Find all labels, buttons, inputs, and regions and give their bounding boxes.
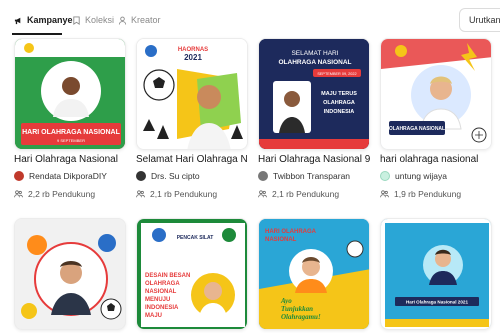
megaphone-icon: [14, 17, 21, 24]
poster-text: MAJU: [145, 313, 162, 319]
people-icon: [14, 190, 23, 198]
poster-text: Hari Olahraga Nasional 2021: [406, 300, 468, 305]
supporter-text: 2,2 rb Pendukung: [28, 189, 96, 199]
author-name: Twibbon Transparan: [273, 171, 351, 181]
tab-kreator[interactable]: Kreator: [118, 12, 161, 28]
campaign-card-image[interactable]: PENCAK SILAT DESAIN BESAN OLAHRAGA NASIO…: [136, 218, 248, 330]
active-tab-indicator: [12, 33, 62, 35]
poster-text: DESAIN BESAN: [145, 273, 190, 279]
poster-text: OLAHRAGA NASIONAL: [389, 126, 445, 132]
avatar: [258, 171, 268, 181]
campaign-card-image[interactable]: HARI OLAHRAGA NASIONAL 9 SEPTEMBER: [14, 38, 126, 150]
people-icon: [136, 190, 145, 198]
poster-text: HARI OLAHRAGA NASIONAL: [22, 129, 120, 136]
bookmark-icon: [73, 15, 80, 25]
campaign-card-image[interactable]: SELAMAT HARI OLAHRAGA NASIONAL SEPTEMBER…: [258, 38, 370, 150]
poster-olahraga-nasional: OLAHRAGA NASIONAL: [381, 39, 491, 149]
campaign-author[interactable]: Rendata DikporaDIY: [14, 171, 107, 181]
campaign-card-image[interactable]: Hari Olahraga Nasional 2021: [380, 218, 492, 330]
tab-label: Kampanye: [27, 15, 73, 25]
poster-text: MENUJU: [145, 297, 170, 303]
sort-button[interactable]: Urutkan be: [459, 8, 500, 32]
supporter-text: 2,1 rb Pendukung: [150, 189, 218, 199]
poster-text: Olahragamu!: [281, 313, 321, 321]
tab-kampanye[interactable]: Kampanye: [14, 12, 73, 28]
poster-text: PENCAK SILAT: [177, 235, 214, 241]
poster-text: 9 SEPTEMBER: [57, 138, 85, 143]
poster-text: NASIONAL: [145, 289, 177, 295]
poster-text: SEPTEMBER 09, 2022: [317, 72, 356, 76]
poster-text: Ayo: [280, 297, 292, 305]
people-icon: [258, 190, 267, 198]
supporter-count: 2,1 rb Pendukung: [136, 189, 217, 199]
campaign-card-image[interactable]: OLAHRAGA NASIONAL: [380, 38, 492, 150]
tab-koleksi[interactable]: Koleksi: [72, 12, 114, 28]
poster-text: INDONESIA: [145, 305, 179, 311]
poster-sports-balls: [15, 219, 125, 329]
author-name: untung wijaya: [395, 171, 447, 181]
campaign-title[interactable]: Hari Olahraga Nasional: [14, 154, 126, 165]
poster-haornas-2021-blue: Hari Olahraga Nasional 2021: [381, 219, 491, 329]
poster-pencak-silat: PENCAK SILAT DESAIN BESAN OLAHRAGA NASIO…: [137, 219, 247, 329]
campaign-author[interactable]: Drs. Su cipto: [136, 171, 200, 181]
avatar: [380, 171, 390, 181]
supporter-count: 2,2 rb Pendukung: [14, 189, 95, 199]
author-name: Rendata DikporaDIY: [29, 171, 107, 181]
poster-text: Tunjukkan: [281, 305, 313, 313]
tab-label: Kreator: [131, 15, 161, 25]
poster-text: SELAMAT HARI: [291, 50, 338, 57]
poster-text: INDONESIA: [324, 109, 355, 115]
poster-text: NASIONAL: [265, 237, 297, 243]
supporter-count: 2,1 rb Pendukung: [258, 189, 339, 199]
campaign-card-image[interactable]: [14, 218, 126, 330]
poster-text: OLAHRAGA: [145, 281, 180, 287]
poster-text: OLAHRAGA NASIONAL: [278, 59, 351, 66]
user-icon: [118, 16, 127, 25]
avatar: [14, 171, 24, 181]
poster-selamat-hari: SELAMAT HARI OLAHRAGA NASIONAL SEPTEMBER…: [259, 39, 369, 149]
poster-text: MAJU TERUS: [321, 91, 357, 97]
poster-haornas-2021: HAORNAS 2021: [137, 39, 247, 149]
campaign-card-image[interactable]: HAORNAS 2021: [136, 38, 248, 150]
avatar: [136, 171, 146, 181]
poster-text: 2021: [184, 53, 202, 62]
supporter-count: 1,9 rb Pendukung: [380, 189, 461, 199]
campaign-author[interactable]: Twibbon Transparan: [258, 171, 350, 181]
supporter-text: 2,1 rb Pendukung: [272, 189, 340, 199]
campaign-card-image[interactable]: HARI OLAHRAGA NASIONAL Ayo Tunjukkan Ola…: [258, 218, 370, 330]
poster-text: OLAHRAGA: [323, 100, 355, 106]
poster-text: HARI OLAHRAGA: [265, 229, 317, 235]
campaign-author[interactable]: untung wijaya: [380, 171, 447, 181]
poster-hari-olahraga: HARI OLAHRAGA NASIONAL 9 SEPTEMBER: [15, 39, 125, 149]
campaign-title[interactable]: Hari Olahraga Nasional 9: [258, 154, 370, 165]
people-icon: [380, 190, 389, 198]
campaign-title[interactable]: Selamat Hari Olahraga N: [136, 154, 248, 165]
top-bar: Kampanye Koleksi Kreator Urutkan be: [0, 0, 500, 38]
tab-label: Koleksi: [85, 15, 115, 25]
supporter-text: 1,9 rb Pendukung: [394, 189, 462, 199]
campaign-title[interactable]: hari olahraga nasional: [380, 154, 492, 165]
poster-ayo-tunjukkan: HARI OLAHRAGA NASIONAL Ayo Tunjukkan Ola…: [259, 219, 369, 329]
author-name: Drs. Su cipto: [151, 171, 200, 181]
